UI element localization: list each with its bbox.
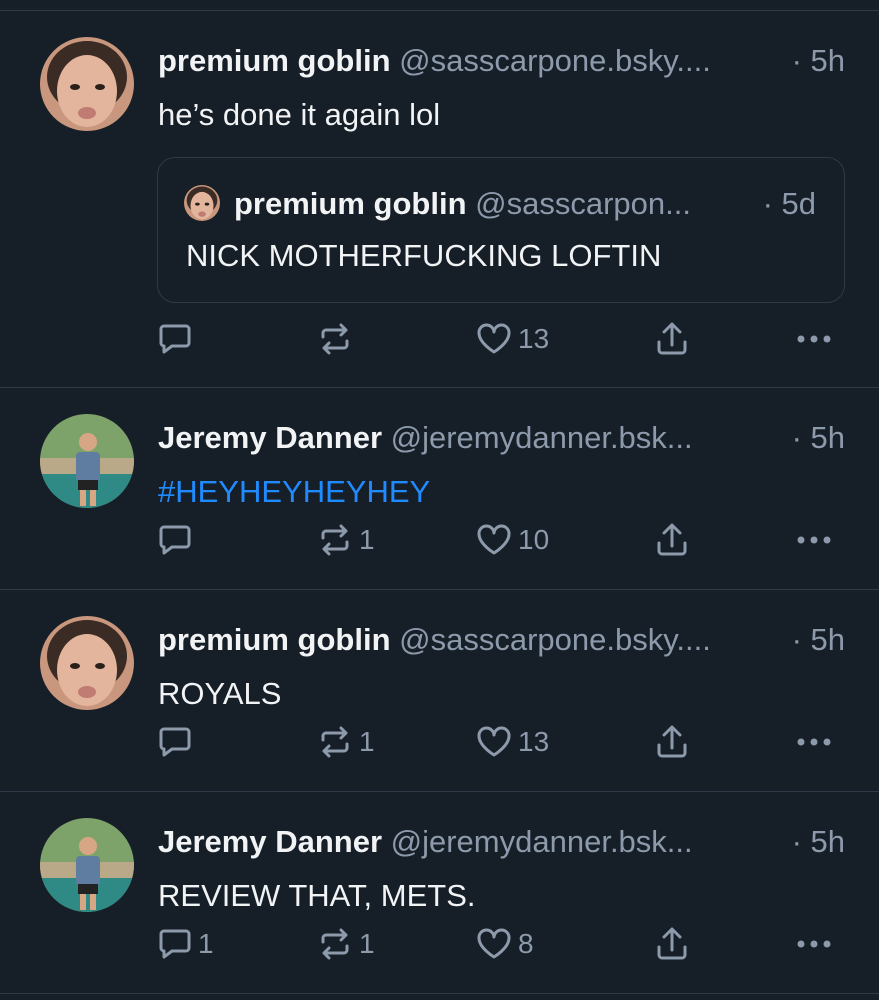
repost-icon <box>321 928 349 960</box>
post-time: · 5h <box>785 618 845 662</box>
like-button[interactable]: 10 <box>476 518 549 562</box>
repost-button[interactable]: 1 <box>317 518 375 562</box>
reply-count: 1 <box>198 928 214 959</box>
post-text: ROYALS <box>158 676 282 711</box>
avatar[interactable] <box>40 37 134 131</box>
heart-icon <box>477 928 511 959</box>
post[interactable]: Jeremy Danner @jeremydanner.bsk... · 5h … <box>0 388 879 590</box>
repost-count: 1 <box>359 726 375 757</box>
post-time: · 5h <box>785 416 845 460</box>
author-name[interactable]: Jeremy Danner <box>158 420 382 455</box>
post-time: · 5h <box>785 820 845 864</box>
like-count: 8 <box>518 928 534 959</box>
repost-button[interactable]: 1 <box>317 922 375 966</box>
more-icon <box>797 940 831 948</box>
author-name[interactable]: premium goblin <box>158 622 391 657</box>
repost-button[interactable] <box>317 317 359 361</box>
author-handle[interactable]: @jeremydanner.bsk... <box>391 824 693 859</box>
post-header: Jeremy Danner @jeremydanner.bsk... <box>158 820 848 864</box>
reply-icon <box>159 525 191 555</box>
post-actions: 1 10 <box>0 518 879 562</box>
more-icon <box>797 335 831 343</box>
repost-count: 1 <box>359 524 375 555</box>
quoted-post[interactable]: premium goblin @sasscarpon... · 5d NICK … <box>157 157 845 303</box>
reply-icon <box>159 324 191 354</box>
like-count: 10 <box>518 524 550 555</box>
reply-button[interactable] <box>158 317 198 361</box>
quoted-time: · 5d <box>762 186 816 221</box>
avatar[interactable] <box>40 414 134 508</box>
post-actions: 13 <box>0 317 879 361</box>
like-count: 13 <box>518 323 550 354</box>
post-header: premium goblin @sasscarpone.bsky.... <box>158 618 848 662</box>
share-button[interactable] <box>655 317 689 361</box>
author-handle[interactable]: @jeremydanner.bsk... <box>391 420 693 455</box>
share-icon <box>657 927 687 960</box>
heart-icon <box>477 323 511 354</box>
post-feed: premium goblin @sasscarpone.bsky.... · 5… <box>0 0 879 1000</box>
share-button[interactable] <box>655 922 689 966</box>
reply-icon <box>159 727 191 757</box>
post[interactable]: premium goblin @sasscarpone.bsky.... · 5… <box>0 11 879 388</box>
repost-icon <box>321 726 349 758</box>
quoted-text: NICK MOTHERFUCKING LOFTIN <box>186 238 662 273</box>
share-icon <box>657 523 687 556</box>
post-header: Jeremy Danner @jeremydanner.bsk... <box>158 416 848 460</box>
avatar[interactable] <box>40 616 134 710</box>
share-button[interactable] <box>655 518 689 562</box>
author-name[interactable]: premium goblin <box>158 43 391 78</box>
more-options-button[interactable] <box>796 518 832 562</box>
like-count: 13 <box>518 726 550 757</box>
like-button[interactable]: 13 <box>476 317 549 361</box>
share-icon <box>657 322 687 355</box>
reply-button[interactable]: 1 <box>158 922 214 966</box>
heart-icon <box>477 726 511 757</box>
author-handle[interactable]: @sasscarpone.bsky.... <box>399 43 711 78</box>
post[interactable]: Jeremy Danner @jeremydanner.bsk... · 5h … <box>0 792 879 994</box>
repost-button[interactable]: 1 <box>317 720 375 764</box>
quoted-avatar <box>184 185 220 221</box>
author-name[interactable]: Jeremy Danner <box>158 824 382 859</box>
reply-button[interactable] <box>158 518 198 562</box>
like-button[interactable]: 8 <box>476 922 534 966</box>
hashtag-link[interactable]: #HEYHEYHEYHEY <box>158 470 430 514</box>
reply-button[interactable] <box>158 720 198 764</box>
share-button[interactable] <box>655 720 689 764</box>
post-actions: 1 1 8 <box>0 922 879 966</box>
heart-icon <box>477 524 511 555</box>
repost-count: 1 <box>359 928 375 959</box>
like-button[interactable]: 13 <box>476 720 549 764</box>
more-icon <box>797 536 831 544</box>
more-options-button[interactable] <box>796 720 832 764</box>
more-icon <box>797 738 831 746</box>
post[interactable]: premium goblin @sasscarpone.bsky.... · 5… <box>0 590 879 792</box>
avatar[interactable] <box>40 818 134 912</box>
repost-icon <box>321 323 349 355</box>
share-icon <box>657 725 687 758</box>
post-header: premium goblin @sasscarpone.bsky.... <box>158 39 848 83</box>
author-handle[interactable]: @sasscarpone.bsky.... <box>399 622 711 657</box>
reply-icon <box>159 929 191 959</box>
quoted-header: premium goblin @sasscarpon... <box>234 182 754 226</box>
quoted-author-handle: @sasscarpon... <box>475 186 691 221</box>
post-text: REVIEW THAT, METS. <box>158 878 476 913</box>
more-options-button[interactable] <box>796 317 832 361</box>
post-text: he’s done it again lol <box>158 97 441 132</box>
more-options-button[interactable] <box>796 922 832 966</box>
post-time: · 5h <box>785 39 845 83</box>
repost-icon <box>321 524 349 556</box>
quoted-author-name: premium goblin <box>234 186 467 221</box>
post-actions: 1 13 <box>0 720 879 764</box>
